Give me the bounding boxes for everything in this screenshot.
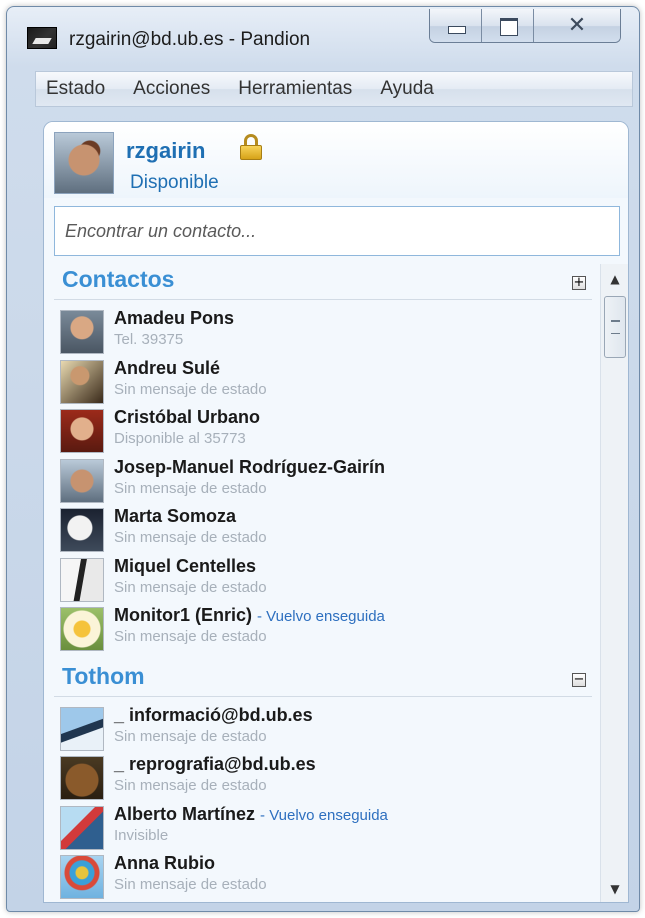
away-status: - Vuelvo enseguida — [257, 608, 385, 625]
status-message: Tel. 39375 — [114, 331, 184, 348]
group-title: Contactos — [62, 266, 175, 292]
profile-header: rzgairin Disponible — [44, 122, 628, 198]
avatar — [60, 855, 104, 899]
contact-name: Miquel Centelles — [114, 556, 256, 577]
avatar — [60, 706, 104, 751]
expand-icon[interactable]: + — [572, 276, 586, 290]
status-message: Sin mensaje de estado — [114, 479, 267, 497]
contact-name: Monitor1 (Enric) - Vuelvo enseguida — [114, 605, 385, 626]
profile-name[interactable]: rzgairin — [126, 138, 205, 164]
contact-name: Andreu Sulé — [114, 358, 220, 379]
avatar — [60, 557, 104, 602]
avatar — [60, 508, 104, 552]
contact-name-text: Cristóbal Urbano — [114, 407, 261, 427]
status-message: Sin mensaje de estado — [114, 578, 267, 596]
avatar — [60, 756, 104, 800]
contact-list: Contactos + Amadeu Pons Tel. 39375 Andreu Su… — [44, 264, 600, 902]
avatar — [60, 359, 104, 404]
contact-name: Cristóbal Urbano — [114, 407, 260, 428]
contact-name-text: Monitor1 (Enric) — [114, 605, 252, 625]
contact-name-text: Anna Rubio — [114, 853, 215, 873]
status-message: Disponible al 35773 — [114, 430, 246, 447]
contact-panel: rzgairin Disponible Contactos + Amadeu Pon… — [43, 121, 629, 903]
collapse-icon[interactable]: − — [572, 672, 586, 687]
close-icon: ✕ — [567, 13, 587, 38]
list-item[interactable]: Alberto Martínez - Vuelvo enseguida Invis… — [60, 804, 590, 852]
contact-name-text: _ reprografia@bd.ub.es — [114, 754, 316, 774]
contact-name: Amadeu Pons — [114, 308, 234, 329]
contact-name-text: Josep-Manuel Rodríguez-Gairín — [114, 456, 386, 477]
list-item[interactable]: Anna Rubio Sin mensaje de estado — [60, 853, 590, 901]
list-item[interactable]: Amadeu Pons Tel. 39375 — [60, 308, 590, 356]
contact-name: Marta Somoza — [114, 506, 236, 527]
scrollbar[interactable]: ▲ ▼ — [600, 264, 628, 902]
search-input[interactable] — [54, 206, 620, 256]
menu-herramientas[interactable]: Herramientas — [238, 78, 352, 100]
menu-acciones[interactable]: Acciones — [133, 78, 210, 100]
scroll-thumb[interactable] — [604, 296, 626, 358]
status-message: Sin mensaje de estado — [114, 876, 267, 893]
title-bar[interactable]: rzgairin@bd.ub.es - Pandion ✕ — [7, 7, 639, 65]
list-item[interactable]: Andreu Sulé Sin mensaje de estado — [60, 358, 590, 406]
avatar — [60, 458, 104, 503]
list-item[interactable]: Cristóbal Urbano Disponible al 35773 — [60, 407, 590, 455]
group-title: Tothom — [62, 662, 145, 689]
contact-name-text: Marta Somoza — [114, 506, 237, 526]
avatar — [60, 409, 104, 453]
avatar[interactable] — [54, 132, 114, 194]
contact-name: Josep-Manuel Rodríguez-Gairín — [114, 457, 385, 478]
contact-name-text: Miquel Centelles — [114, 555, 257, 576]
group-header[interactable]: Contactos + — [54, 264, 592, 300]
pandion-window: rzgairin@bd.ub.es - Pandion ✕ Estado Acc… — [6, 6, 640, 912]
group-header[interactable]: Tothom − — [54, 661, 592, 697]
avatar — [60, 310, 104, 354]
list-item[interactable]: Josep-Manuel Rodríguez-Gairín Sin mensaje… — [60, 457, 590, 505]
window-title: rzgairin@bd.ub.es - Pandion — [69, 29, 311, 50]
menu-estado[interactable]: Estado — [46, 78, 105, 100]
status-message: Sin mensaje de estado — [114, 380, 267, 398]
maximize-button[interactable] — [482, 9, 534, 42]
contact-name-text: Alberto Martínez — [114, 803, 256, 824]
contact-name-text: _ informació@bd.ub.es — [114, 704, 313, 725]
status-message: Sin mensaje de estado — [114, 777, 267, 794]
list-item[interactable]: Marta Somoza Sin mensaje de estado — [60, 506, 590, 554]
status-message: Sin mensaje de estado — [114, 628, 267, 645]
status-message: Sin mensaje de estado — [114, 529, 267, 546]
contact-name: _ reprografia@bd.ub.es — [114, 754, 316, 775]
scroll-up-button[interactable]: ▲ — [601, 264, 628, 294]
menu-bar: Estado Acciones Herramientas Ayuda — [35, 71, 633, 107]
minimize-button[interactable] — [430, 9, 482, 42]
lock-icon — [240, 134, 262, 160]
contact-name: Anna Rubio — [114, 853, 215, 874]
caption-buttons: ✕ — [429, 9, 621, 43]
pandion-app-icon[interactable] — [27, 27, 57, 49]
avatar — [60, 607, 104, 651]
contact-name-text: Andreu Sulé — [114, 357, 221, 378]
contact-name: _ informació@bd.ub.es — [114, 705, 313, 726]
status-message: Invisible — [114, 826, 169, 844]
away-status: - Vuelvo enseguida — [260, 806, 388, 824]
contact-name: Alberto Martínez - Vuelvo enseguida — [114, 804, 388, 825]
status-selector[interactable]: Disponible — [130, 172, 219, 194]
avatar — [60, 805, 104, 850]
scroll-down-button[interactable]: ▼ — [601, 874, 628, 902]
close-button[interactable]: ✕ — [534, 9, 620, 42]
menu-ayuda[interactable]: Ayuda — [380, 78, 434, 100]
list-item[interactable]: _ reprografia@bd.ub.es Sin mensaje de est… — [60, 754, 590, 802]
status-message: Sin mensaje de estado — [114, 727, 267, 745]
list-item[interactable]: Monitor1 (Enric) - Vuelvo enseguida Sin m… — [60, 605, 590, 653]
list-item[interactable]: _ informació@bd.ub.es Sin mensaje de esta… — [60, 705, 590, 753]
contact-name-text: Amadeu Pons — [114, 308, 235, 328]
list-item[interactable]: Miquel Centelles Sin mensaje de estado — [60, 556, 590, 604]
